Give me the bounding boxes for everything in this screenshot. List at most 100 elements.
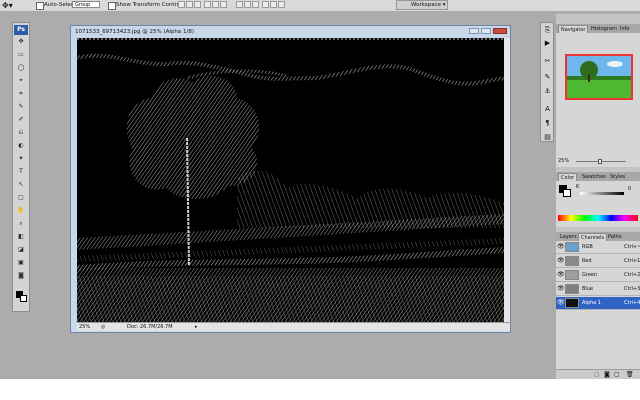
channel-name: Blue: [582, 286, 594, 292]
type-tool-icon[interactable]: ⌕: [16, 221, 26, 227]
right-panel-dock: Navigator Histogram Info 25% Color Swatc…: [556, 14, 640, 379]
channel-row[interactable]: 👁 RGB Ctrl+~: [556, 241, 640, 254]
hand-tool-icon[interactable]: ▣: [16, 260, 26, 266]
tool-presets-icon[interactable]: ✂: [543, 57, 552, 66]
history-brush-tool-icon[interactable]: ✦: [16, 156, 26, 162]
vertical-scrollbar[interactable]: [504, 38, 510, 322]
bottom-margin: [0, 379, 640, 400]
tab-paths[interactable]: Paths: [606, 233, 624, 241]
save-selection-icon[interactable]: ◙: [604, 370, 610, 379]
channel-thumbnail: [565, 284, 579, 294]
zoom-tool-icon[interactable]: ◙: [16, 273, 26, 279]
color-spectrum-bar[interactable]: [558, 215, 638, 221]
load-selection-icon[interactable]: ◌: [594, 370, 599, 379]
align-hcenter-button[interactable]: [212, 1, 219, 8]
status-menu-icon[interactable]: ◎: [101, 323, 105, 331]
zoom-level[interactable]: 25%: [79, 323, 90, 331]
channel-thumbnail: [565, 270, 579, 280]
navigator-zoom-handle[interactable]: [598, 159, 602, 164]
color-background-swatch[interactable]: [563, 189, 571, 197]
workspace-button[interactable]: Workspace ▾: [396, 0, 448, 10]
channel-shortcut: Ctrl+1: [624, 258, 640, 264]
close-button[interactable]: [493, 28, 507, 34]
transform-controls-checkbox[interactable]: [108, 2, 116, 10]
align-right-button[interactable]: [220, 1, 227, 8]
navigator-preview[interactable]: [565, 54, 633, 100]
tools-panel: Ps ✥ ▭ ◯ ⌖ ⌗ ✎ ✐ ⎌ ◐ ✦ T ↖ ▢ ✋ ⌕ ◧ ◪ ▣ ◙: [12, 22, 30, 312]
tab-swatches[interactable]: Swatches: [580, 173, 608, 181]
tab-channels[interactable]: Channels: [578, 233, 608, 241]
channel-row[interactable]: 👁 Alpha 1 Ctrl+4: [556, 297, 640, 310]
channel-row[interactable]: 👁 Blue Ctrl+3: [556, 283, 640, 296]
tab-navigator[interactable]: Navigator: [558, 25, 589, 33]
distribute-hcenter-button[interactable]: [270, 1, 277, 8]
document-title: 1071533_69713423.jpg @ 25% (Alpha 1/8): [75, 29, 194, 35]
tab-styles[interactable]: Styles: [608, 173, 627, 181]
move-tool-icon[interactable]: ✥: [16, 39, 26, 45]
clone-tool-icon[interactable]: ◐: [16, 143, 26, 149]
slice-tool-icon[interactable]: ✎: [16, 104, 26, 110]
eye-icon[interactable]: 👁: [557, 285, 565, 293]
brush-tool-icon[interactable]: ⎌: [16, 130, 26, 136]
eye-icon[interactable]: 👁: [557, 271, 565, 279]
distribute-top-button[interactable]: [236, 1, 243, 8]
brushes-icon[interactable]: ✎: [543, 73, 552, 82]
channel-row[interactable]: 👁 Red Ctrl+1: [556, 255, 640, 268]
tab-color[interactable]: Color: [558, 173, 578, 181]
eye-icon[interactable]: 👁: [557, 257, 565, 265]
channel-thumbnail: [565, 242, 579, 252]
layer-comps-icon[interactable]: ▤: [543, 133, 552, 142]
align-bottom-button[interactable]: [194, 1, 201, 8]
color-tab-row: Color Swatches Styles: [556, 172, 640, 181]
distribute-right-button[interactable]: [278, 1, 285, 8]
lasso-tool-icon[interactable]: ◯: [16, 65, 26, 71]
marquee-tool-icon[interactable]: ▭: [16, 52, 26, 58]
tab-info[interactable]: Info: [618, 25, 631, 33]
eye-icon[interactable]: 👁: [557, 243, 565, 251]
history-icon[interactable]: ⎘: [543, 26, 552, 35]
navigator-zoom-value[interactable]: 25%: [558, 158, 569, 165]
quick-select-tool-icon[interactable]: ⌖: [16, 78, 26, 84]
image-canvas[interactable]: [76, 38, 505, 322]
eraser-tool-icon[interactable]: T: [16, 169, 26, 175]
channel-shortcut: Ctrl+4: [624, 300, 640, 306]
crop-tool-icon[interactable]: ⌗: [16, 91, 26, 97]
minimize-button[interactable]: [469, 28, 479, 34]
channels-footer: ◌ ◙ ▢ 🗑: [556, 369, 640, 379]
auto-select-checkbox[interactable]: [36, 2, 44, 10]
document-status-bar: 25% ◎ Doc: 26.7M/26.7M ▸: [77, 322, 510, 331]
auto-select-dropdown[interactable]: Group: [72, 1, 100, 8]
color-channel-value: 0: [628, 186, 632, 192]
paragraph-icon[interactable]: ¶: [543, 119, 552, 128]
pen-tool-icon[interactable]: ✋: [16, 208, 26, 214]
document-size-info: Doc: 26.7M/26.7M: [127, 324, 173, 330]
shape-tool-icon[interactable]: ◪: [16, 247, 26, 253]
trash-icon[interactable]: 🗑: [626, 370, 634, 379]
actions-icon[interactable]: ▶: [543, 39, 552, 48]
document-window: 1071533_69713423.jpg @ 25% (Alpha 1/8) 2…: [70, 25, 511, 333]
new-channel-icon[interactable]: ▢: [614, 370, 620, 379]
character-icon[interactable]: A: [543, 105, 552, 114]
channel-row[interactable]: 👁 Green Ctrl+2: [556, 269, 640, 282]
background-color-swatch[interactable]: [20, 295, 27, 302]
maximize-button[interactable]: [481, 28, 491, 34]
healing-tool-icon[interactable]: ✐: [16, 117, 26, 123]
gradient-tool-icon[interactable]: ↖: [16, 182, 26, 188]
dodge-tool-icon[interactable]: ▢: [16, 195, 26, 201]
eye-icon[interactable]: 👁: [557, 299, 565, 307]
channel-shortcut: Ctrl+2: [624, 272, 640, 278]
distribute-bottom-button[interactable]: [252, 1, 259, 8]
align-vcenter-button[interactable]: [186, 1, 193, 8]
align-top-button[interactable]: [178, 1, 185, 8]
path-select-tool-icon[interactable]: ◧: [16, 234, 26, 240]
color-slider[interactable]: [580, 192, 624, 195]
tab-layers[interactable]: Layers: [558, 233, 579, 241]
distribute-vcenter-button[interactable]: [244, 1, 251, 8]
move-tool-icon[interactable]: ✥▾: [2, 1, 16, 10]
align-left-button[interactable]: [204, 1, 211, 8]
distribute-left-button[interactable]: [262, 1, 269, 8]
status-arrow-icon[interactable]: ▸: [195, 323, 198, 331]
clone-source-icon[interactable]: ⚓: [543, 87, 552, 96]
ps-logo: Ps: [14, 25, 28, 35]
tab-histogram[interactable]: Histogram: [589, 25, 619, 33]
